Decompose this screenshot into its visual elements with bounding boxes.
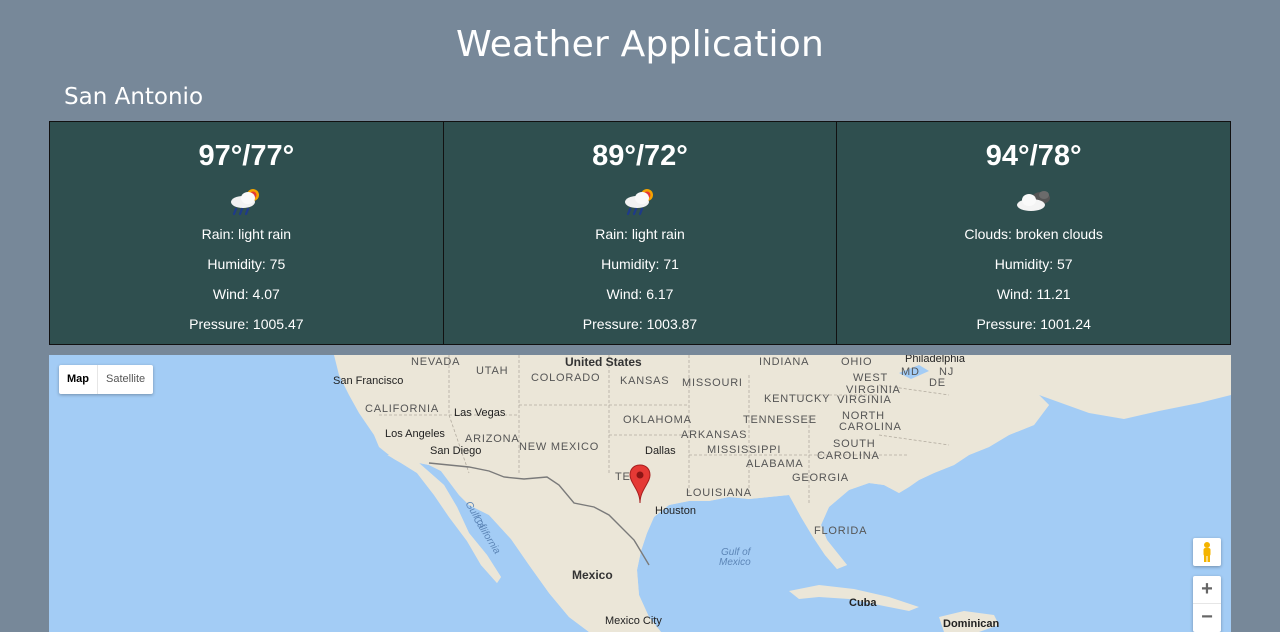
pressure-text: Pressure: 1005.47 [189,316,304,332]
condition-text: Clouds: broken clouds [964,226,1103,242]
street-view-pegman-icon[interactable] [1193,538,1221,566]
humidity-text: Humidity: 75 [207,256,286,272]
city-name: San Antonio [64,84,204,110]
map-type-control: Map Satellite [59,365,154,394]
temperature-range: 89°/72° [592,140,688,172]
map-label-san-francisco: San Francisco [333,375,404,387]
map-label-kansas: KANSAS [620,375,670,387]
map-label-tennessee: TENNESSEE [743,414,817,426]
condition-text: Rain: light rain [201,226,292,242]
map-label-cuba: Cuba [849,597,877,609]
map-label-san-diego: San Diego [430,445,482,457]
map-label-virginia: VIRGINIA [837,394,892,406]
wind-text: Wind: 11.21 [996,286,1071,302]
map-label-gulf-of-mexico-2: Mexico [719,557,751,568]
map-label-md: MD [901,366,920,378]
humidity-text: Humidity: 57 [994,256,1073,272]
map-label-dominican: Dominican [943,618,1000,630]
map-label-arizona: ARIZONA [465,433,520,445]
map-label-north-carolina: CAROLINA [839,421,902,433]
temperature-range: 97°/77° [198,140,295,172]
map-type-satellite-button[interactable]: Satellite [98,365,153,394]
map-label-kentucky: KENTUCKY [764,393,831,405]
rain-sun-icon [625,189,653,216]
map-label-de: DE [929,377,946,389]
map-label-georgia: GEORGIA [792,472,849,484]
map-label-florida: FLORIDA [814,525,868,537]
map-label-west: WEST [853,372,888,384]
forecast-card-day-1: 97°/77° Rain: light rain Humidity: 75 Wi… [49,121,444,345]
cloud-icon [1016,191,1050,211]
map-label-mexico-city: Mexico City [605,615,662,627]
map-label-louisiana: LOUISIANA [686,487,752,499]
map-label-colorado: COLORADO [531,372,601,384]
map-type-map-button[interactable]: Map [59,365,98,394]
humidity-text: Humidity: 71 [601,256,679,272]
map-label-ohio: OHIO [841,356,873,368]
map-label-dallas: Dallas [645,445,676,457]
map-label-indiana: INDIANA [759,356,810,368]
location-marker-icon[interactable] [629,463,651,505]
wind-text: Wind: 4.07 [212,286,280,302]
map-label-south-carolina: CAROLINA [817,450,880,462]
map-view[interactable]: NEVADA UTAH United States COLORADO KANSA… [49,355,1231,632]
condition-text: Rain: light rain [595,226,685,242]
app-title: Weather Application [456,24,824,65]
map-label-new-mexico: NEW MEXICO [519,441,600,453]
map-label-united-states: United States [565,355,642,369]
forecast-card-day-2: 89°/72° Rain: light rain Humidity: 71 Wi… [443,121,838,345]
zoom-out-button[interactable]: − [1193,604,1221,632]
map-label-arkansas: ARKANSAS [681,429,748,441]
map-label-oklahoma: OKLAHOMA [623,414,692,426]
zoom-in-button[interactable]: + [1193,576,1221,604]
map-label-utah: UTAH [476,365,509,377]
map-label-los-angeles: Los Angeles [385,428,445,440]
wind-text: Wind: 6.17 [606,286,674,302]
map-label-mexico: Mexico [572,568,613,582]
forecast-card-day-3: 94°/78° Clouds: broken clouds Humidity: … [837,121,1232,345]
map-label-south: SOUTH [833,438,876,450]
map-label-california: CALIFORNIA [365,403,440,415]
map-label-alabama: ALABAMA [746,458,804,470]
forecast-row: 97°/77° Rain: light rain Humidity: 75 Wi… [49,121,1232,345]
rain-sun-icon [231,189,260,216]
pressure-text: Pressure: 1003.87 [582,316,698,332]
map-label-philadelphia: Philadelphia [905,355,965,365]
temperature-range: 94°/78° [985,140,1082,172]
map-label-las-vegas: Las Vegas [454,407,506,419]
map-label-mississippi: MISSISSIPPI [707,444,782,456]
pressure-text: Pressure: 1001.24 [976,316,1091,332]
map-label-missouri: MISSOURI [682,377,743,389]
map-label-houston: Houston [655,505,696,517]
map-label-nevada: NEVADA [411,356,461,368]
zoom-control: + − [1193,576,1221,632]
